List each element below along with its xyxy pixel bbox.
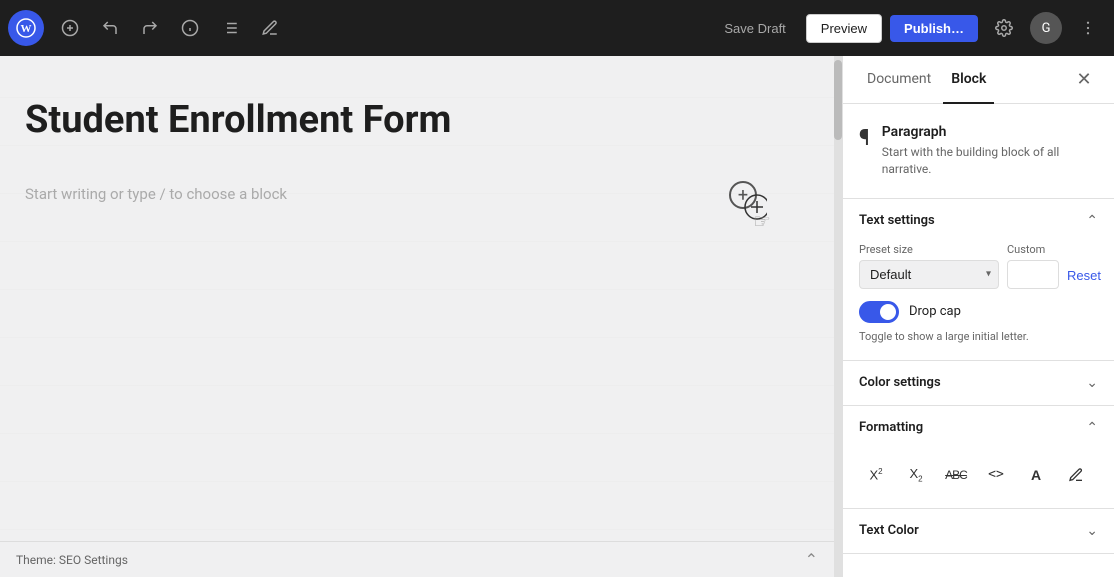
strikethrough-button[interactable]: ABC bbox=[939, 458, 973, 492]
text-settings-chevron-icon: ⌃ bbox=[1086, 213, 1098, 229]
block-info-panel: ¶ Paragraph Start with the building bloc… bbox=[843, 104, 1114, 199]
text-settings-header[interactable]: Text settings ⌃ bbox=[843, 199, 1114, 243]
inline-add-button[interactable]: + bbox=[729, 181, 757, 209]
paragraph-placeholder: Start writing or type / to choose a bloc… bbox=[25, 185, 287, 203]
drop-cap-toggle[interactable] bbox=[859, 301, 899, 323]
custom-size-input[interactable] bbox=[1007, 260, 1059, 289]
wp-logo[interactable]: W bbox=[8, 10, 44, 46]
sidebar-close-button[interactable]: ✕ bbox=[1070, 66, 1098, 94]
text-settings-section: Text settings ⌃ Preset size Default ▾ bbox=[843, 199, 1114, 361]
formatting-buttons-row: X2 X2 ABC <> A bbox=[843, 450, 1114, 508]
reset-button[interactable]: Reset bbox=[1067, 262, 1101, 289]
scrollbar[interactable] bbox=[834, 56, 842, 577]
list-view-button[interactable] bbox=[212, 10, 248, 46]
more-options-button[interactable] bbox=[1070, 10, 1106, 46]
text-color-section: Text Color ⌄ bbox=[843, 509, 1114, 554]
drop-cap-row: Drop cap bbox=[859, 301, 1098, 323]
preset-size-field: Preset size Default ▾ bbox=[859, 243, 999, 289]
toggle-knob bbox=[880, 304, 896, 320]
info-button[interactable] bbox=[172, 10, 208, 46]
text-color-chevron-icon: ⌄ bbox=[1086, 523, 1098, 539]
editor-inner: Student Enrollment Form Start writing or… bbox=[1, 56, 841, 253]
text-settings-title: Text settings bbox=[859, 213, 935, 228]
block-info-description: Start with the building block of all nar… bbox=[882, 144, 1098, 178]
formatting-chevron-icon: ⌃ bbox=[1086, 420, 1098, 436]
color-settings-section: Color settings ⌄ bbox=[843, 361, 1114, 406]
custom-size-label: Custom bbox=[1007, 243, 1059, 256]
user-avatar[interactable]: G bbox=[1030, 12, 1062, 44]
paragraph-block-icon: ¶ bbox=[859, 126, 870, 151]
tools-button[interactable] bbox=[252, 10, 288, 46]
settings-button[interactable] bbox=[986, 10, 1022, 46]
main-area: Student Enrollment Form Start writing or… bbox=[0, 56, 1114, 577]
bottom-bar-chevron[interactable]: ⌃ bbox=[805, 550, 818, 570]
bottom-bar-label: Theme: SEO Settings bbox=[16, 553, 128, 567]
inline-code-button[interactable]: <> bbox=[979, 458, 1013, 492]
formatting-section: Formatting ⌃ X2 X2 ABC <> bbox=[843, 406, 1114, 509]
preset-custom-row: Preset size Default ▾ Custom Reset bbox=[859, 243, 1098, 289]
sidebar: Document Block ✕ ¶ Paragraph Start with … bbox=[842, 56, 1114, 577]
tab-document[interactable]: Document bbox=[859, 56, 939, 104]
subscript-button[interactable]: X2 bbox=[899, 458, 933, 492]
formatting-title: Formatting bbox=[859, 420, 923, 435]
preview-button[interactable]: Preview bbox=[806, 14, 882, 43]
highlight-button[interactable] bbox=[1059, 458, 1093, 492]
drop-cap-label: Drop cap bbox=[909, 304, 961, 319]
block-info-text: Paragraph Start with the building block … bbox=[882, 124, 1098, 178]
color-settings-title: Color settings bbox=[859, 375, 941, 390]
preset-size-label: Preset size bbox=[859, 243, 999, 256]
superscript-button[interactable]: X2 bbox=[859, 458, 893, 492]
page-title[interactable]: Student Enrollment Form bbox=[25, 96, 817, 145]
formatting-header[interactable]: Formatting ⌃ bbox=[843, 406, 1114, 450]
tab-block[interactable]: Block bbox=[943, 56, 994, 104]
redo-button[interactable] bbox=[132, 10, 168, 46]
text-color-header[interactable]: Text Color ⌄ bbox=[843, 509, 1114, 553]
text-settings-content: Preset size Default ▾ Custom Reset bbox=[843, 243, 1114, 360]
custom-size-field: Custom bbox=[1007, 243, 1059, 289]
preset-select-wrap: Default ▾ bbox=[859, 260, 999, 289]
save-draft-button[interactable]: Save Draft bbox=[712, 15, 797, 42]
bottom-status-bar: Theme: SEO Settings ⌃ bbox=[0, 541, 834, 577]
add-block-area: + ☞ bbox=[729, 181, 757, 209]
svg-text:W: W bbox=[21, 23, 32, 35]
keyboard-shortcut-button[interactable]: A bbox=[1019, 458, 1053, 492]
scrollbar-thumb[interactable] bbox=[834, 60, 842, 140]
drop-cap-hint: Toggle to show a large initial letter. bbox=[859, 329, 1098, 344]
editor-area[interactable]: Student Enrollment Form Start writing or… bbox=[0, 56, 842, 577]
text-color-title: Text Color bbox=[859, 523, 919, 538]
publish-button[interactable]: Publish… bbox=[890, 15, 978, 42]
undo-button[interactable] bbox=[92, 10, 128, 46]
color-settings-chevron-icon: ⌄ bbox=[1086, 375, 1098, 391]
block-info-title: Paragraph bbox=[882, 124, 1098, 140]
paragraph-block[interactable]: Start writing or type / to choose a bloc… bbox=[25, 177, 817, 213]
toolbar-right: Save Draft Preview Publish… G bbox=[712, 10, 1106, 46]
main-toolbar: W Save Draft Preview Publi bbox=[0, 0, 1114, 56]
color-settings-header[interactable]: Color settings ⌄ bbox=[843, 361, 1114, 405]
add-block-button[interactable] bbox=[52, 10, 88, 46]
sidebar-tabs: Document Block ✕ bbox=[843, 56, 1114, 104]
preset-size-select[interactable]: Default bbox=[859, 260, 999, 289]
